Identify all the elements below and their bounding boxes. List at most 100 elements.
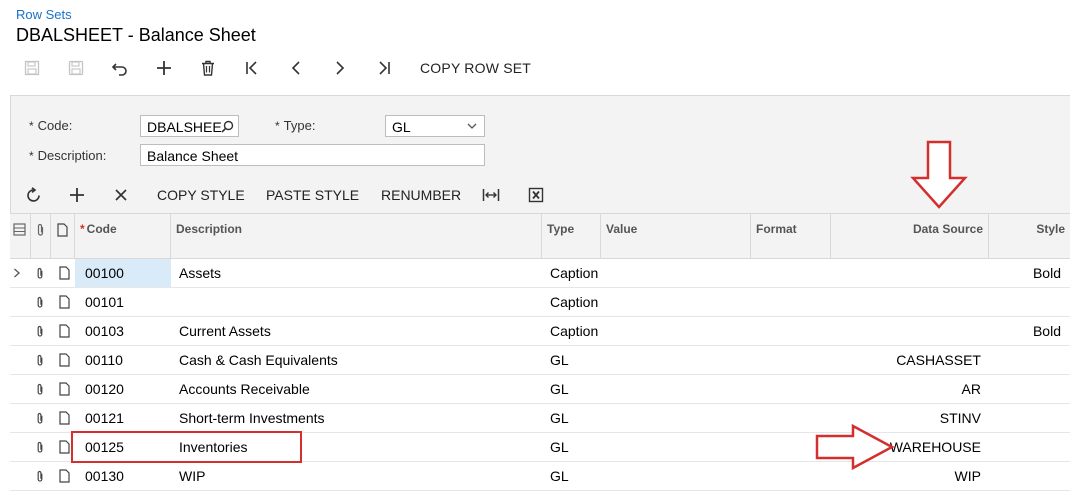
- copy-row-set-button[interactable]: COPY ROW SET: [420, 54, 531, 82]
- type-column-header[interactable]: Type: [542, 214, 601, 258]
- description-column-header[interactable]: Description: [171, 214, 542, 258]
- value-cell[interactable]: [601, 404, 751, 432]
- paperclip-icon[interactable]: [35, 375, 49, 403]
- renumber-button[interactable]: RENUMBER: [381, 183, 461, 207]
- last-record-icon[interactable]: [374, 54, 394, 82]
- paste-style-button[interactable]: PASTE STYLE: [266, 183, 359, 207]
- style-cell[interactable]: [989, 433, 1061, 461]
- format-cell[interactable]: [751, 346, 831, 374]
- format-cell[interactable]: [751, 375, 831, 403]
- breadcrumb[interactable]: Row Sets: [16, 7, 72, 22]
- format-cell[interactable]: [751, 317, 831, 345]
- column-settings-header[interactable]: [10, 214, 31, 258]
- code-column-header[interactable]: * Code: [75, 214, 171, 258]
- table-row[interactable]: 00120 Accounts Receivable GL AR: [10, 375, 1070, 404]
- delete-row-icon[interactable]: [111, 183, 131, 207]
- data-source-column-header[interactable]: Data Source: [831, 214, 989, 258]
- search-icon[interactable]: [221, 120, 234, 133]
- code-cell[interactable]: 00120: [75, 375, 171, 403]
- table-row[interactable]: 00130 WIP GL WIP: [10, 462, 1070, 491]
- table-row[interactable]: 00101 Caption: [10, 288, 1070, 317]
- add-row-icon[interactable]: [67, 183, 87, 207]
- description-cell[interactable]: [179, 288, 539, 316]
- save-close-icon[interactable]: [22, 54, 42, 82]
- note-icon[interactable]: [59, 288, 73, 316]
- fit-columns-icon[interactable]: [481, 183, 501, 207]
- export-excel-icon[interactable]: [526, 183, 546, 207]
- style-cell[interactable]: Bold: [989, 259, 1061, 287]
- value-cell[interactable]: [601, 346, 751, 374]
- code-cell[interactable]: 00121: [75, 404, 171, 432]
- note-icon[interactable]: [59, 404, 73, 432]
- paperclip-icon[interactable]: [35, 462, 49, 490]
- type-cell[interactable]: Caption: [550, 288, 600, 316]
- type-cell[interactable]: GL: [550, 433, 600, 461]
- data-source-cell[interactable]: [831, 288, 981, 316]
- table-row[interactable]: 00121 Short-term Investments GL STINV: [10, 404, 1070, 433]
- type-cell[interactable]: GL: [550, 404, 600, 432]
- value-cell[interactable]: [601, 375, 751, 403]
- value-cell[interactable]: [601, 288, 751, 316]
- save-icon[interactable]: [66, 54, 86, 82]
- data-source-cell[interactable]: CASHASSET: [831, 346, 981, 374]
- next-record-icon[interactable]: [330, 54, 350, 82]
- format-column-header[interactable]: Format: [751, 214, 831, 258]
- value-column-header[interactable]: Value: [601, 214, 751, 258]
- type-cell[interactable]: GL: [550, 375, 600, 403]
- type-select[interactable]: GL: [385, 115, 485, 137]
- paperclip-icon[interactable]: [35, 259, 49, 287]
- code-cell[interactable]: 00101: [75, 288, 171, 316]
- paperclip-icon[interactable]: [35, 317, 49, 345]
- delete-icon[interactable]: [198, 54, 218, 82]
- format-cell[interactable]: [751, 288, 831, 316]
- description-cell[interactable]: WIP: [179, 462, 539, 490]
- description-cell[interactable]: Current Assets: [179, 317, 539, 345]
- value-cell[interactable]: [601, 433, 751, 461]
- style-cell[interactable]: [989, 346, 1061, 374]
- note-icon[interactable]: [59, 259, 73, 287]
- style-cell[interactable]: [989, 288, 1061, 316]
- description-cell[interactable]: Accounts Receivable: [179, 375, 539, 403]
- description-cell[interactable]: Short-term Investments: [179, 404, 539, 432]
- note-icon[interactable]: [59, 375, 73, 403]
- data-source-cell[interactable]: [831, 317, 981, 345]
- code-cell[interactable]: 00130: [75, 462, 171, 490]
- code-field[interactable]: DBALSHEE: [140, 115, 239, 137]
- paperclip-icon[interactable]: [35, 404, 49, 432]
- table-row[interactable]: 00103 Current Assets Caption Bold: [10, 317, 1070, 346]
- format-cell[interactable]: [751, 259, 831, 287]
- type-cell[interactable]: Caption: [550, 317, 600, 345]
- note-icon[interactable]: [59, 462, 73, 490]
- data-source-cell[interactable]: [831, 259, 981, 287]
- code-cell[interactable]: 00103: [75, 317, 171, 345]
- description-field[interactable]: Balance Sheet: [140, 144, 485, 166]
- style-cell[interactable]: Bold: [989, 317, 1061, 345]
- style-cell[interactable]: [989, 404, 1061, 432]
- type-cell[interactable]: GL: [550, 462, 600, 490]
- value-cell[interactable]: [601, 462, 751, 490]
- table-row[interactable]: 00110 Cash & Cash Equivalents GL CASHASSET: [10, 346, 1070, 375]
- first-record-icon[interactable]: [242, 54, 262, 82]
- code-cell[interactable]: 00100: [75, 259, 171, 287]
- table-row[interactable]: 00100 Assets Caption Bold: [10, 259, 1070, 288]
- add-icon[interactable]: [154, 54, 174, 82]
- copy-style-button[interactable]: COPY STYLE: [157, 183, 245, 207]
- style-cell[interactable]: [989, 462, 1061, 490]
- data-source-cell[interactable]: AR: [831, 375, 981, 403]
- note-icon[interactable]: [59, 317, 73, 345]
- previous-record-icon[interactable]: [286, 54, 306, 82]
- type-cell[interactable]: Caption: [550, 259, 600, 287]
- paperclip-icon[interactable]: [35, 433, 49, 461]
- description-cell[interactable]: Assets: [179, 259, 539, 287]
- style-cell[interactable]: [989, 375, 1061, 403]
- value-cell[interactable]: [601, 317, 751, 345]
- style-column-header[interactable]: Style: [989, 214, 1070, 258]
- description-cell[interactable]: Cash & Cash Equivalents: [179, 346, 539, 374]
- note-icon[interactable]: [59, 346, 73, 374]
- code-cell[interactable]: 00110: [75, 346, 171, 374]
- type-cell[interactable]: GL: [550, 346, 600, 374]
- value-cell[interactable]: [601, 259, 751, 287]
- refresh-icon[interactable]: [24, 183, 44, 207]
- paperclip-icon[interactable]: [35, 346, 49, 374]
- paperclip-icon[interactable]: [35, 288, 49, 316]
